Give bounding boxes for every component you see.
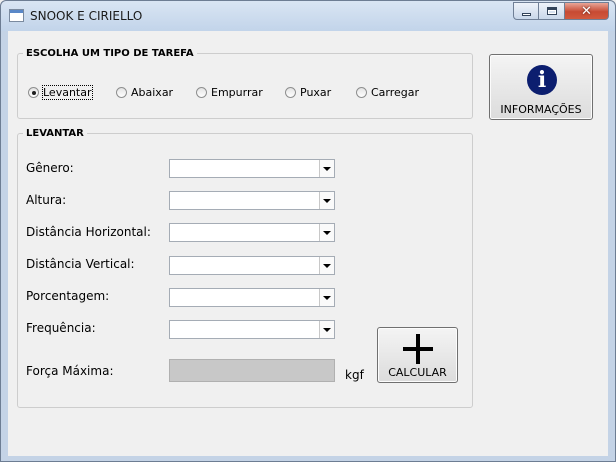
forca-maxima-output — [169, 359, 335, 382]
altura-select[interactable] — [169, 191, 335, 210]
radio-label[interactable]: Puxar — [300, 86, 331, 99]
lift-form-legend: LEVANTAR — [26, 128, 84, 139]
task-type-group: ESCOLHA UM TIPO DE TAREFA Levantar Abaix… — [17, 48, 473, 119]
radio-label[interactable]: Carregar — [371, 86, 419, 99]
porcentagem-label: Porcentagem: — [26, 289, 110, 303]
app-icon — [9, 9, 24, 22]
distancia-horizontal-label: Distância Horizontal: — [26, 225, 151, 239]
radio-empurrar[interactable]: Empurrar — [196, 86, 263, 99]
distancia-vertical-label: Distância Vertical: — [26, 257, 135, 271]
distancia-horizontal-select[interactable] — [169, 223, 335, 242]
task-type-legend: ESCOLHA UM TIPO DE TAREFA — [26, 48, 194, 59]
porcentagem-select[interactable] — [169, 288, 335, 307]
radio-checked-icon[interactable] — [28, 87, 39, 98]
info-button-label: INFORMAÇÕES — [500, 103, 582, 116]
radio-label[interactable]: Empurrar — [211, 86, 263, 99]
window-title: SNOOK E CIRIELLO — [30, 9, 143, 23]
minimize-button[interactable] — [513, 2, 539, 20]
dropdown-arrow-icon[interactable] — [319, 257, 334, 274]
calculate-button[interactable]: CALCULAR — [377, 327, 458, 383]
radio-puxar[interactable]: Puxar — [285, 86, 331, 99]
dropdown-arrow-icon[interactable] — [319, 289, 334, 306]
radio-label[interactable]: Levantar — [42, 85, 93, 100]
dropdown-arrow-icon[interactable] — [319, 192, 334, 209]
frequencia-label: Frequência: — [26, 321, 96, 335]
radio-label[interactable]: Abaixar — [131, 86, 173, 99]
dropdown-arrow-icon[interactable] — [319, 160, 334, 177]
plus-icon — [403, 334, 433, 364]
info-button[interactable]: i INFORMAÇÕES — [489, 54, 593, 120]
forca-maxima-label: Força Máxima: — [26, 364, 114, 378]
client-area: ESCOLHA UM TIPO DE TAREFA Levantar Abaix… — [8, 31, 608, 456]
radio-levantar[interactable]: Levantar — [28, 85, 93, 100]
radio-unchecked-icon[interactable] — [116, 87, 127, 98]
calculate-button-label: CALCULAR — [388, 366, 447, 379]
info-icon: i — [527, 65, 557, 95]
altura-label: Altura: — [26, 193, 67, 207]
title-bar[interactable]: SNOOK E CIRIELLO ✕ — [1, 1, 615, 31]
window-controls: ✕ — [513, 2, 609, 20]
minimize-icon — [514, 3, 538, 19]
frequencia-select[interactable] — [169, 320, 335, 339]
radio-unchecked-icon[interactable] — [196, 87, 207, 98]
app-window: SNOOK E CIRIELLO ✕ ESCOLHA UM TIPO DE TA… — [0, 0, 616, 462]
dropdown-arrow-icon[interactable] — [319, 224, 334, 241]
unit-label: kgf — [345, 368, 364, 382]
close-icon: ✕ — [581, 3, 592, 19]
distancia-vertical-select[interactable] — [169, 256, 335, 275]
radio-carregar[interactable]: Carregar — [356, 86, 419, 99]
genero-select[interactable] — [169, 159, 335, 178]
radio-unchecked-icon[interactable] — [356, 87, 367, 98]
radio-abaixar[interactable]: Abaixar — [116, 86, 173, 99]
maximize-icon — [539, 3, 564, 19]
dropdown-arrow-icon[interactable] — [319, 321, 334, 338]
radio-unchecked-icon[interactable] — [285, 87, 296, 98]
close-button[interactable]: ✕ — [565, 2, 609, 20]
genero-label: Gênero: — [26, 161, 74, 175]
maximize-button[interactable] — [539, 2, 565, 20]
